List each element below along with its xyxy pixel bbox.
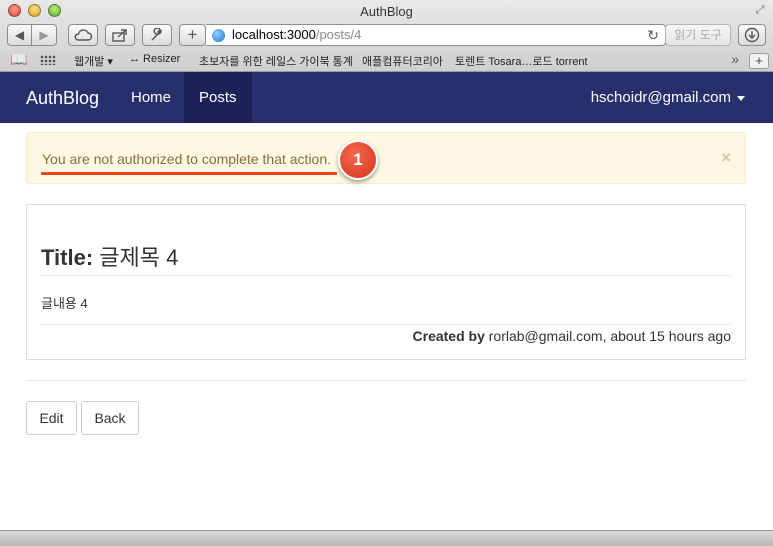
fullscreen-icon[interactable]: ⤢	[753, 3, 767, 17]
annotation-underline	[41, 172, 337, 175]
user-email: hschoidr@gmail.com	[590, 89, 731, 106]
created-by-label: Created by	[412, 328, 485, 344]
browser-toolbar: ◀ ▶ + localhost:3000/posts/4 ↻ 읽기 도구	[0, 23, 773, 49]
bookmark-item[interactable]: ↔ Resizer	[129, 53, 180, 65]
reader-button[interactable]: 읽기 도구	[665, 24, 731, 46]
bookmark-item[interactable]: 초보자를 위한 레일스 가이북 통계	[199, 53, 353, 69]
icloud-tabs-icon[interactable]	[68, 24, 98, 46]
site-navbar: AuthBlog Home Posts hschoidr@gmail.com	[0, 72, 773, 123]
url-text[interactable]: localhost:3000/posts/4	[232, 25, 361, 45]
post-panel: Title: 글제목 4 글내용 4 Created by rorlab@gma…	[26, 204, 746, 360]
post-title: Title: 글제목 4	[41, 240, 178, 272]
created-by-value: rorlab@gmail.com, about 15 hours ago	[488, 328, 731, 344]
new-tab-plus-icon[interactable]: +	[179, 24, 206, 46]
post-title-label: Title:	[41, 245, 94, 270]
nav-home-link[interactable]: Home	[116, 72, 186, 123]
post-title-value: 글제목 4	[99, 245, 179, 270]
wrench-icon[interactable]	[142, 24, 172, 46]
share-icon[interactable]	[105, 24, 135, 46]
add-tab-icon[interactable]: +	[749, 53, 769, 69]
url-path: /posts/4	[315, 27, 362, 42]
globe-icon	[212, 29, 225, 42]
top-sites-grid-icon[interactable]	[40, 55, 56, 65]
annotation-badge: 1	[338, 140, 378, 180]
browser-chrome: AuthBlog ⤢ ◀ ▶ + localhost:3000/posts/4 …	[0, 0, 773, 72]
post-meta: Created by rorlab@gmail.com, about 15 ho…	[413, 328, 731, 344]
download-icon[interactable]	[738, 24, 766, 46]
nav-posts-link[interactable]: Posts	[184, 72, 252, 123]
bookmark-item[interactable]: 토렌트 Tosara…로드 torrent	[455, 53, 588, 69]
bookmark-item[interactable]: 웹개발 ▾	[74, 53, 113, 69]
back-arrow-icon[interactable]: ◀	[7, 24, 32, 46]
alert-message: You are not authorized to complete that …	[42, 151, 332, 167]
url-host: localhost:3000	[232, 27, 316, 42]
alert-warning: You are not authorized to complete that …	[26, 132, 746, 184]
dropdown-caret-icon	[737, 95, 745, 101]
user-dropdown[interactable]: hschoidr@gmail.com	[591, 72, 745, 123]
divider	[41, 324, 731, 325]
brand-link[interactable]: AuthBlog	[26, 88, 99, 109]
forward-arrow-icon[interactable]: ▶	[32, 24, 57, 46]
bookmarks-book-icon[interactable]: 📖	[10, 51, 27, 68]
bookmark-item[interactable]: 애플컴퓨터코리아	[362, 53, 443, 69]
window-bottom-bar	[0, 530, 773, 546]
alert-close-icon[interactable]: ×	[721, 148, 731, 168]
edit-button[interactable]: Edit	[26, 401, 77, 435]
back-button[interactable]: Back	[81, 401, 139, 435]
window-titlebar: AuthBlog ⤢	[0, 0, 773, 22]
reload-icon[interactable]: ↻	[647, 25, 659, 45]
divider	[41, 275, 731, 276]
post-body: 글내용 4	[41, 296, 88, 311]
more-bookmarks-icon[interactable]: »	[731, 51, 739, 67]
window-title: AuthBlog	[360, 4, 413, 19]
bookmarks-bar: 📖 웹개발 ▾ ↔ Resizer 초보자를 위한 레일스 가이북 통계 애플컴…	[0, 50, 773, 71]
url-bar[interactable]: localhost:3000/posts/4 ↻	[206, 24, 666, 46]
section-divider	[26, 380, 746, 381]
